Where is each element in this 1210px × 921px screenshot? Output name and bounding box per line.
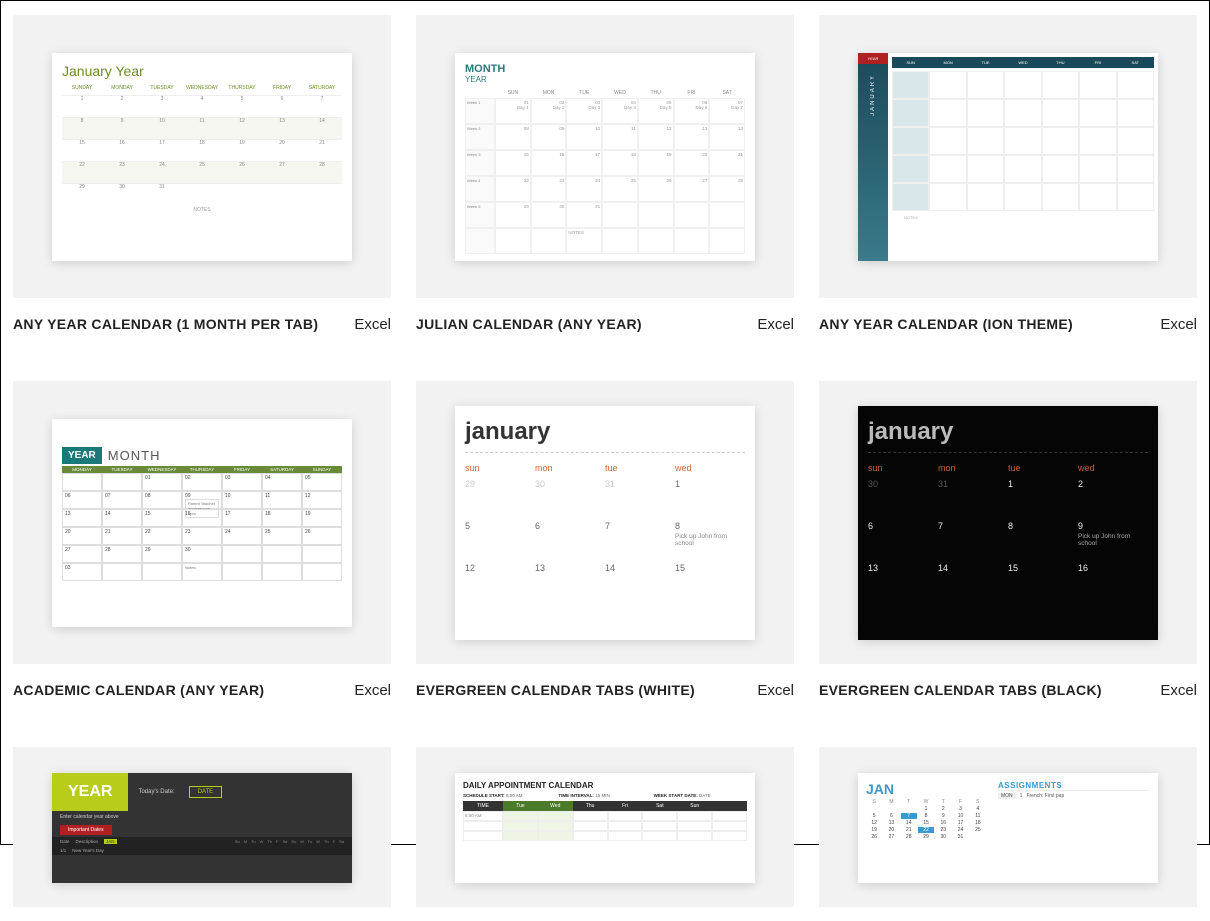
template-thumbnail: YEARMONTH MONDAYTUESDAYWEDNESDAYTHURSDAY… [13, 381, 391, 664]
template-card[interactable]: january sunmontuewed 2930311 5678Pick up… [416, 381, 794, 699]
template-card[interactable]: YEARMONTH MONDAYTUESDAYWEDNESDAYTHURSDAY… [13, 381, 391, 699]
template-thumbnail: DAILY APPOINTMENT CALENDAR SCHEDULE STAR… [416, 747, 794, 907]
template-title: EVERGREEN CALENDAR TABS (WHITE) [416, 682, 695, 698]
template-title: JULIAN CALENDAR (ANY YEAR) [416, 316, 642, 332]
template-thumbnail: january sunmontuewed 2930311 5678Pick up… [416, 381, 794, 664]
template-card[interactable]: january sunmontuewed 303112 6789Pick up … [819, 381, 1197, 699]
template-card[interactable]: DAILY APPOINTMENT CALENDAR SCHEDULE STAR… [416, 747, 794, 907]
template-thumbnail: JAN SMTWTFS12345678910111213141516171819… [819, 747, 1197, 907]
template-app: Excel [354, 682, 391, 699]
template-thumbnail: january sunmontuewed 303112 6789Pick up … [819, 381, 1197, 664]
template-thumbnail: YEARJANUARY SUNMONTUEWEDTHUFRISAT NOTES [819, 15, 1197, 298]
template-title: ANY YEAR CALENDAR (1 MONTH PER TAB) [13, 316, 318, 332]
template-title: ACADEMIC CALENDAR (ANY YEAR) [13, 682, 264, 698]
template-app: Excel [1160, 316, 1197, 333]
template-app: Excel [757, 316, 794, 333]
template-card[interactable]: YEARJANUARY SUNMONTUEWEDTHUFRISAT NOTES … [819, 15, 1197, 333]
template-thumbnail: January Year SUNDAYMONDAYTUESDAYWEDNESDA… [13, 15, 391, 298]
template-title: ANY YEAR CALENDAR (ION THEME) [819, 316, 1073, 332]
template-app: Excel [1160, 682, 1197, 699]
template-card[interactable]: JAN SMTWTFS12345678910111213141516171819… [819, 747, 1197, 907]
template-thumbnail: YEARToday's Date:DATE Enter calendar yea… [13, 747, 391, 907]
template-title: EVERGREEN CALENDAR TABS (BLACK) [819, 682, 1102, 698]
template-card[interactable]: YEARToday's Date:DATE Enter calendar yea… [13, 747, 391, 907]
template-card[interactable]: MONTHYEAR SUNMONTUEWEDTHUFRISAT Week 101… [416, 15, 794, 333]
template-grid: January Year SUNDAYMONDAYTUESDAYWEDNESDA… [1, 1, 1209, 921]
template-thumbnail: MONTHYEAR SUNMONTUEWEDTHUFRISAT Week 101… [416, 15, 794, 298]
template-app: Excel [757, 682, 794, 699]
template-card[interactable]: January Year SUNDAYMONDAYTUESDAYWEDNESDA… [13, 15, 391, 333]
preview-heading: January Year [62, 63, 342, 79]
template-app: Excel [354, 316, 391, 333]
